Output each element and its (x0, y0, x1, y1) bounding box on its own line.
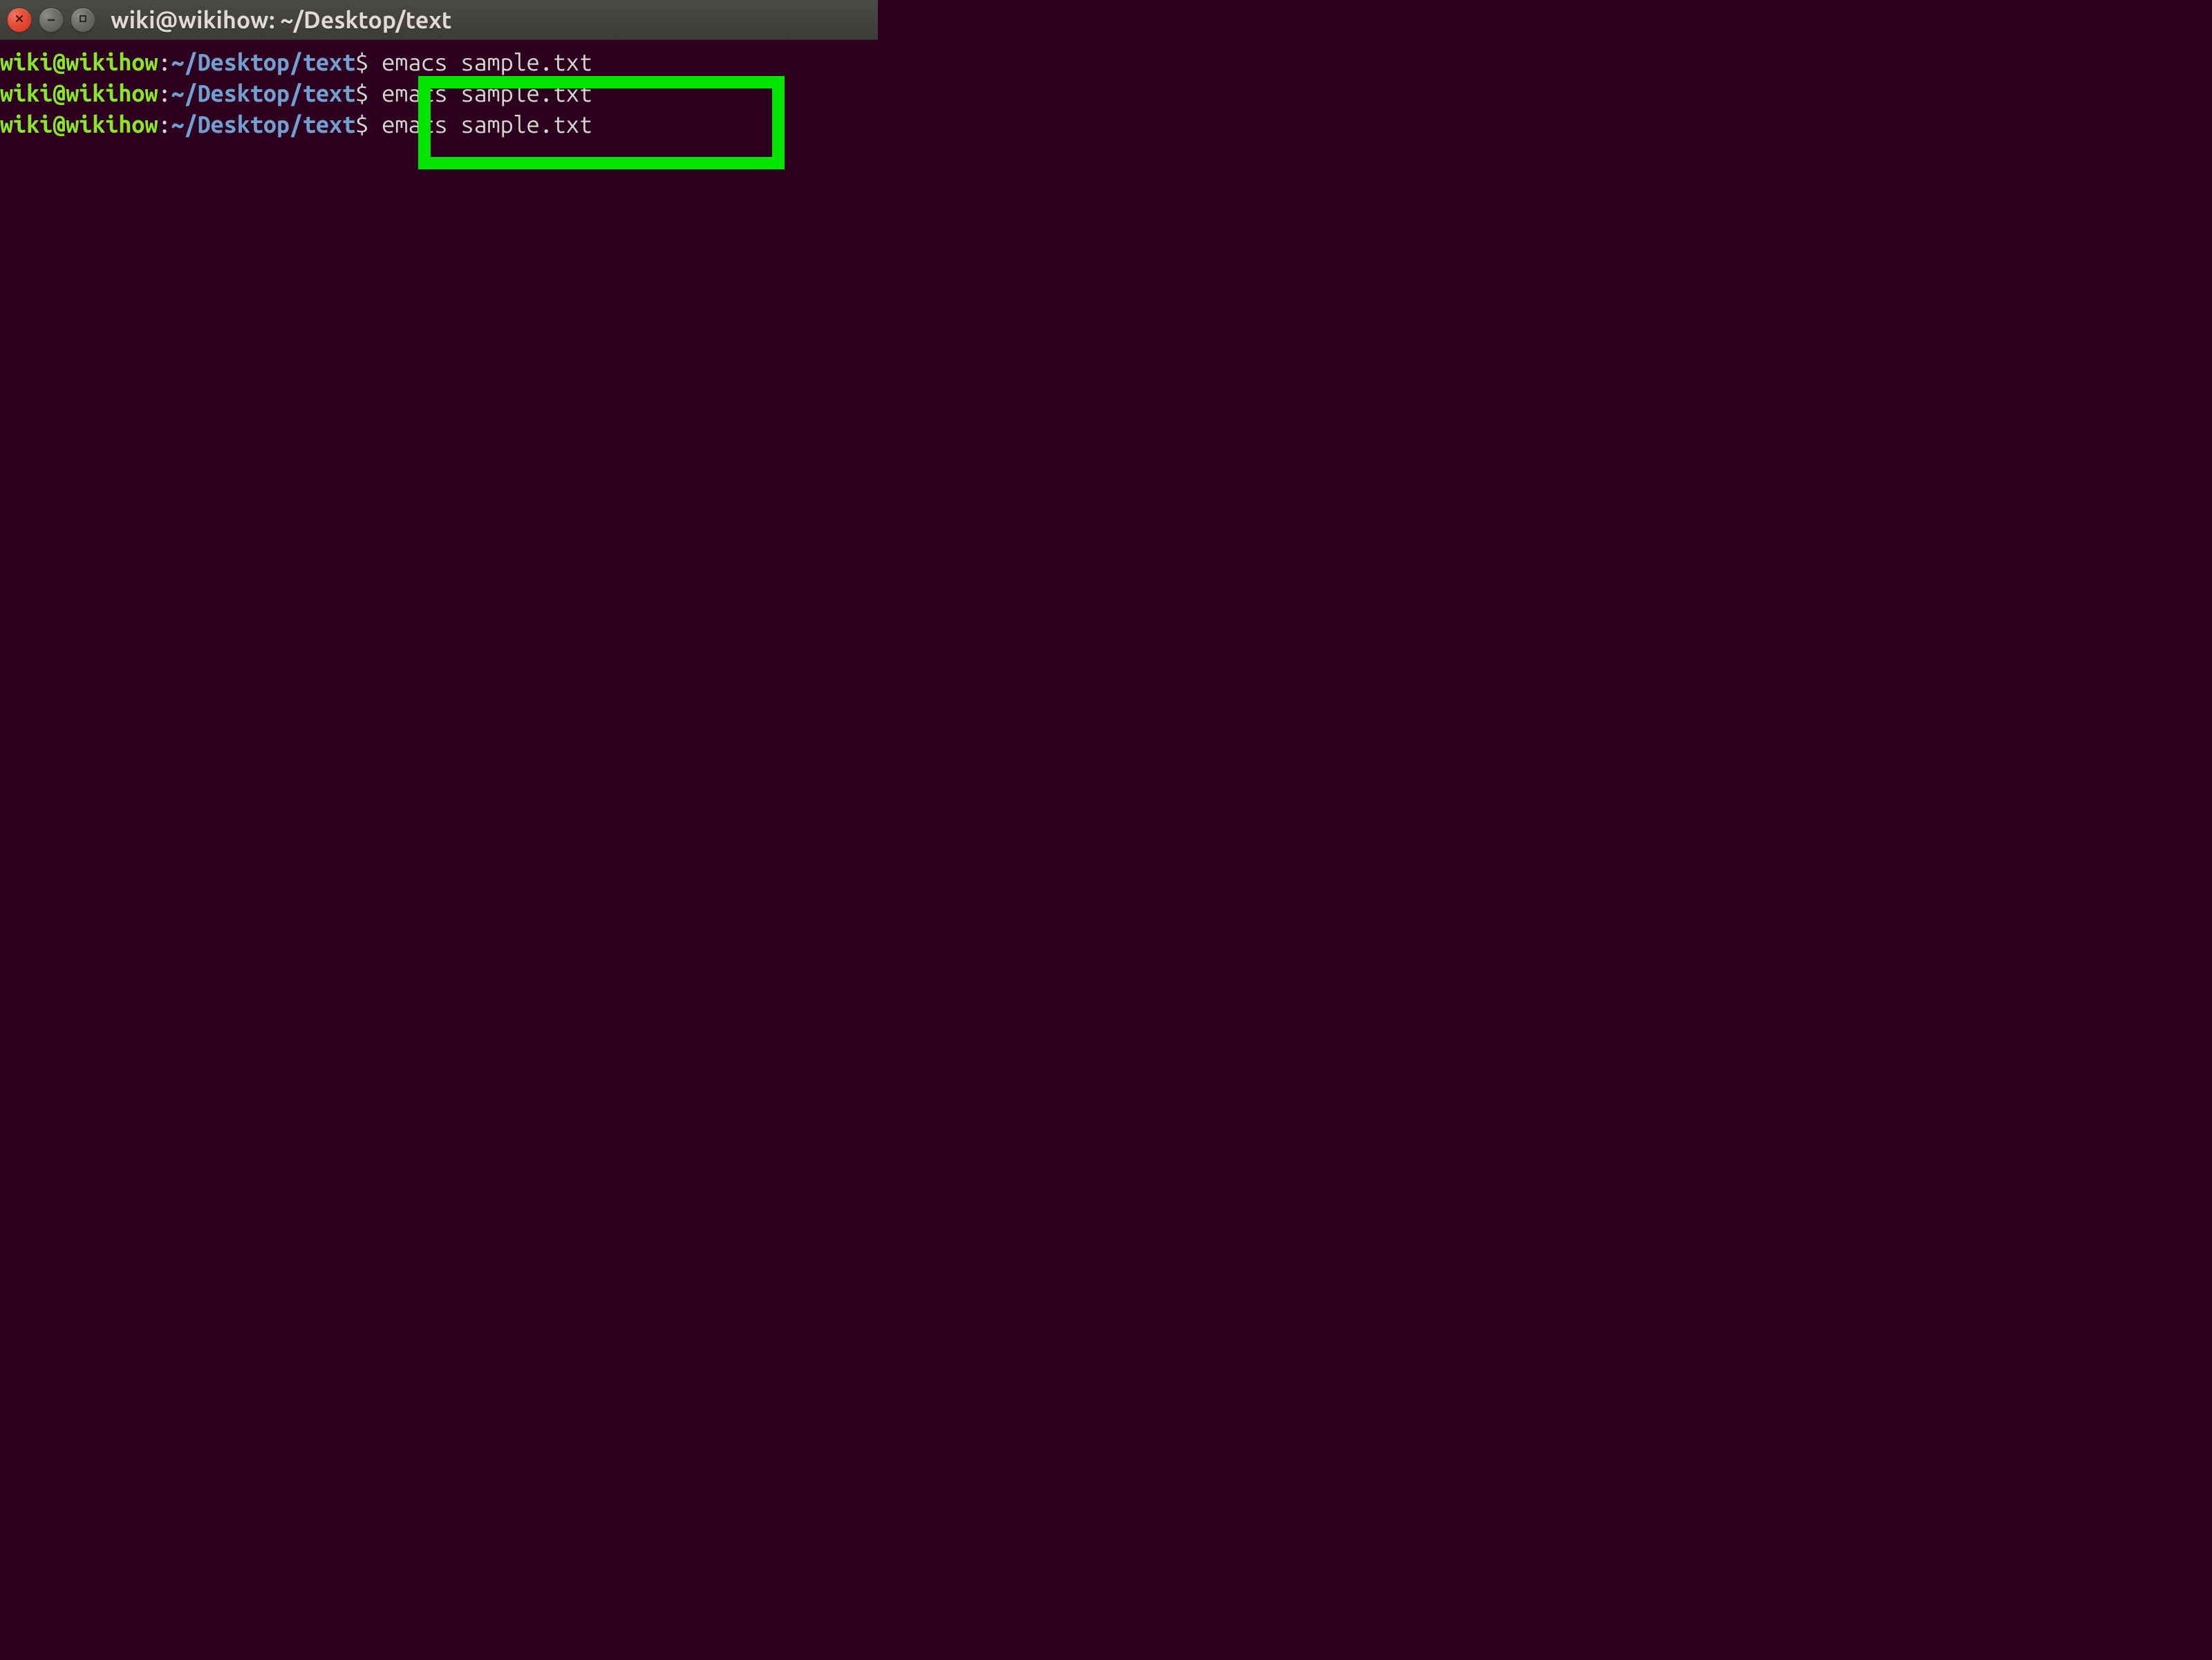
prompt-host: wikihow (66, 80, 158, 106)
minimize-button[interactable] (39, 8, 64, 32)
prompt-user: wiki (0, 80, 53, 106)
prompt-symbol: $ (355, 111, 368, 138)
prompt-host: wikihow (66, 49, 158, 75)
prompt-at: @ (53, 111, 66, 138)
minimize-icon (46, 13, 57, 27)
prompt-symbol: $ (355, 80, 368, 106)
terminal-line: wiki@wikihow:~/Desktop/text$ emacs sampl… (0, 78, 878, 109)
prompt-user: wiki (0, 111, 53, 138)
prompt-at: @ (53, 80, 66, 106)
window-title: wiki@wikihow: ~/Desktop/text (111, 7, 451, 33)
terminal-line: wiki@wikihow:~/Desktop/text$ emacs sampl… (0, 109, 878, 140)
window-controls (7, 8, 95, 32)
prompt-colon: : (158, 49, 171, 75)
prompt-symbol: $ (355, 49, 368, 75)
close-icon (14, 13, 25, 27)
command-text: emacs sample.txt (368, 49, 592, 75)
prompt-path: ~/Desktop/text (171, 49, 356, 75)
prompt-path: ~/Desktop/text (171, 80, 356, 106)
command-text: emacs sample.txt (368, 80, 592, 106)
prompt-path: ~/Desktop/text (171, 111, 356, 138)
window-titlebar: wiki@wikihow: ~/Desktop/text (0, 0, 878, 40)
maximize-button[interactable] (71, 8, 95, 32)
prompt-user: wiki (0, 49, 53, 75)
prompt-host: wikihow (66, 111, 158, 138)
terminal-line: wiki@wikihow:~/Desktop/text$ emacs sampl… (0, 47, 878, 78)
prompt-colon: : (158, 111, 171, 138)
prompt-at: @ (53, 49, 66, 75)
terminal-area[interactable]: wiki@wikihow:~/Desktop/text$ emacs sampl… (0, 40, 878, 659)
close-button[interactable] (7, 8, 32, 32)
prompt-colon: : (158, 80, 171, 106)
maximize-icon (77, 13, 88, 27)
command-text: emacs sample.txt (368, 111, 592, 138)
